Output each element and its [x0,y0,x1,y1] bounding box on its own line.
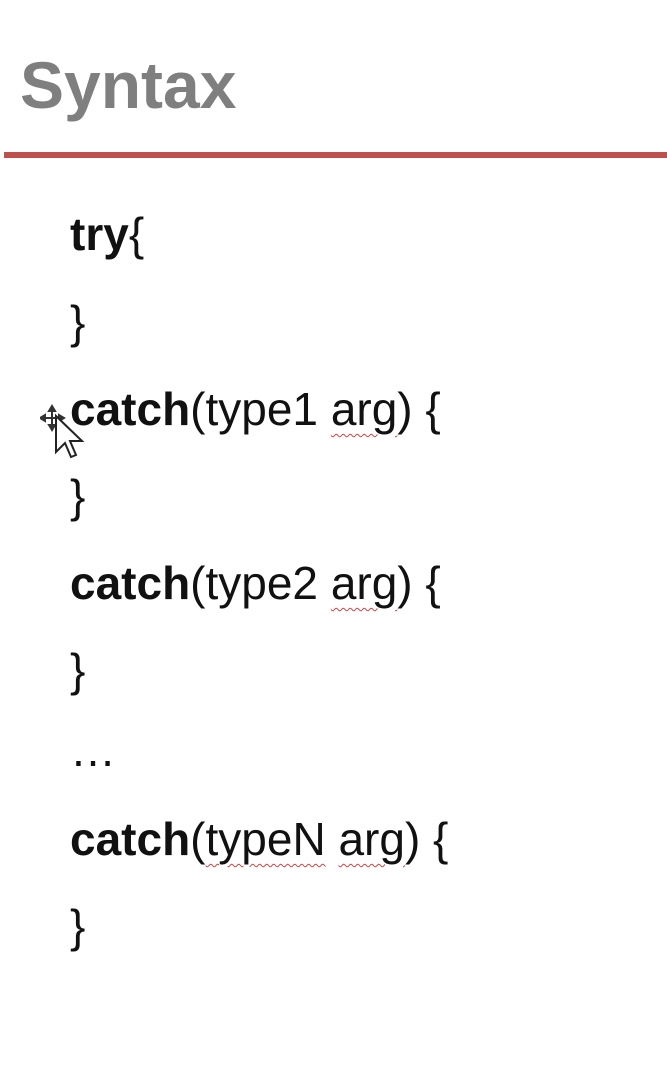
code-line-close-catch-n: } [70,898,85,954]
code-line-close-catch-2: } [70,642,85,698]
spellcheck-word: arg [330,557,398,609]
keyword-catch: catch [70,557,191,609]
spellcheck-word: arg [330,383,398,435]
code-line-ellipsis: … [70,722,116,778]
code-text: } [70,470,86,522]
code-text: (type1 [190,383,331,435]
move-cursor-icon [40,404,85,459]
code-text: } [70,900,86,952]
code-text: } [70,644,86,696]
slide: Syntax try{ } catch(type1 arg) { } catch… [0,0,667,1080]
keyword-try: try [70,208,129,260]
code-line-close-catch-1: } [70,468,85,524]
code-text: ( [190,813,206,865]
title-divider [4,152,667,158]
code-text: (type2 [190,557,331,609]
spellcheck-word: typeN [205,813,326,865]
code-line-catch-2: catch(type2 arg) { [70,555,441,611]
spellcheck-word: arg [338,813,405,865]
code-text: ) { [397,383,441,435]
code-line-catch-n: catch(typeN arg) { [70,811,448,867]
keyword-catch: catch [70,813,191,865]
code-line-try: try{ [70,206,144,262]
code-text: ) { [404,813,449,865]
code-text: … [70,724,116,776]
code-text: { [128,208,145,260]
code-line-catch-1: catch(type1 arg) { [70,381,441,437]
keyword-catch: catch [70,383,191,435]
code-text: ) { [397,557,441,609]
code-text: } [70,296,86,348]
slide-title: Syntax [20,48,237,122]
code-line-close-try: } [70,294,85,350]
